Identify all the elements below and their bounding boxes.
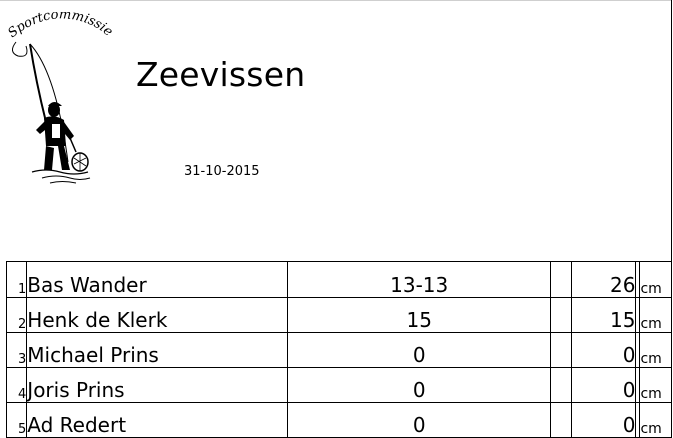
rank-cell[interactable]: 1 bbox=[5, 261, 28, 298]
table-row: 3 Michael Prins 0 0 cm bbox=[5, 332, 672, 368]
length-cell[interactable]: 0 bbox=[571, 332, 637, 368]
name-cell[interactable]: Joris Prins bbox=[26, 367, 289, 403]
name-cell[interactable]: Michael Prins bbox=[26, 332, 289, 368]
name-cell[interactable]: Henk de Klerk bbox=[26, 297, 289, 333]
spreadsheet-sheet: Sportcommissie Zeevissen 31-10-2015 1 Ba… bbox=[0, 0, 673, 438]
empty-cell[interactable] bbox=[550, 297, 573, 333]
results-table: 1 Bas Wander 13-13 26 cm 2 Henk de Klerk… bbox=[5, 261, 672, 438]
fisherman-logo-icon: Sportcommissie bbox=[6, 12, 116, 184]
unit-cell[interactable]: cm bbox=[639, 402, 672, 438]
rank-cell[interactable]: 4 bbox=[5, 367, 28, 403]
sheet-top-edge bbox=[0, 0, 672, 1]
rank-cell[interactable]: 3 bbox=[5, 332, 28, 368]
svg-text:Sportcommissie: Sportcommissie bbox=[6, 12, 116, 41]
empty-cell[interactable] bbox=[550, 261, 573, 298]
unit-cell[interactable]: cm bbox=[639, 367, 672, 403]
empty-cell[interactable] bbox=[550, 332, 573, 368]
rank-cell[interactable]: 5 bbox=[5, 402, 28, 438]
length-cell[interactable]: 15 bbox=[571, 297, 637, 333]
catch-cell[interactable]: 0 bbox=[287, 367, 552, 403]
rank-cell[interactable]: 2 bbox=[5, 297, 28, 333]
empty-cell[interactable] bbox=[550, 402, 573, 438]
length-cell[interactable]: 0 bbox=[571, 367, 637, 403]
unit-cell[interactable]: cm bbox=[639, 332, 672, 368]
catch-cell[interactable]: 0 bbox=[287, 402, 552, 438]
table-row: 1 Bas Wander 13-13 26 cm bbox=[5, 261, 672, 298]
unit-cell[interactable]: cm bbox=[639, 297, 672, 333]
empty-cell[interactable] bbox=[550, 367, 573, 403]
unit-cell[interactable]: cm bbox=[639, 261, 672, 298]
catch-cell[interactable]: 13-13 bbox=[287, 261, 552, 298]
table-row: 4 Joris Prins 0 0 cm bbox=[5, 367, 672, 403]
table-row: 2 Henk de Klerk 15 15 cm bbox=[5, 297, 672, 333]
name-cell[interactable]: Bas Wander bbox=[26, 261, 289, 298]
catch-cell[interactable]: 15 bbox=[287, 297, 552, 333]
catch-cell[interactable]: 0 bbox=[287, 332, 552, 368]
length-cell[interactable]: 26 bbox=[571, 261, 637, 298]
event-date: 31-10-2015 bbox=[184, 164, 260, 179]
length-cell[interactable]: 0 bbox=[571, 402, 637, 438]
table-row: 5 Ad Redert 0 0 cm bbox=[5, 402, 672, 438]
page-title: Zeevissen bbox=[136, 55, 306, 94]
name-cell[interactable]: Ad Redert bbox=[26, 402, 289, 438]
